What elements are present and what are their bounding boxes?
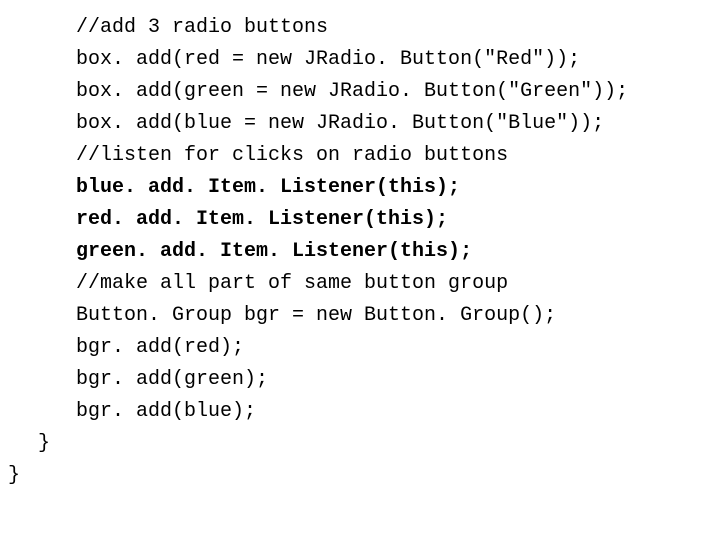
- code-line: red. add. Item. Listener(this);: [0, 204, 720, 236]
- code-line: bgr. add(blue);: [0, 396, 720, 428]
- code-line: box. add(green = new JRadio. Button("Gre…: [0, 76, 720, 108]
- code-line: //make all part of same button group: [0, 268, 720, 300]
- code-line: box. add(blue = new JRadio. Button("Blue…: [0, 108, 720, 140]
- code-line: //listen for clicks on radio buttons: [0, 140, 720, 172]
- code-line: box. add(red = new JRadio. Button("Red")…: [0, 44, 720, 76]
- code-line: green. add. Item. Listener(this);: [0, 236, 720, 268]
- code-line: }: [0, 428, 720, 460]
- code-line: Button. Group bgr = new Button. Group();: [0, 300, 720, 332]
- code-block: //add 3 radio buttonsbox. add(red = new …: [0, 0, 720, 492]
- code-line: blue. add. Item. Listener(this);: [0, 172, 720, 204]
- code-line: //add 3 radio buttons: [0, 12, 720, 44]
- code-line: bgr. add(red);: [0, 332, 720, 364]
- code-line: bgr. add(green);: [0, 364, 720, 396]
- code-line: }: [0, 460, 720, 492]
